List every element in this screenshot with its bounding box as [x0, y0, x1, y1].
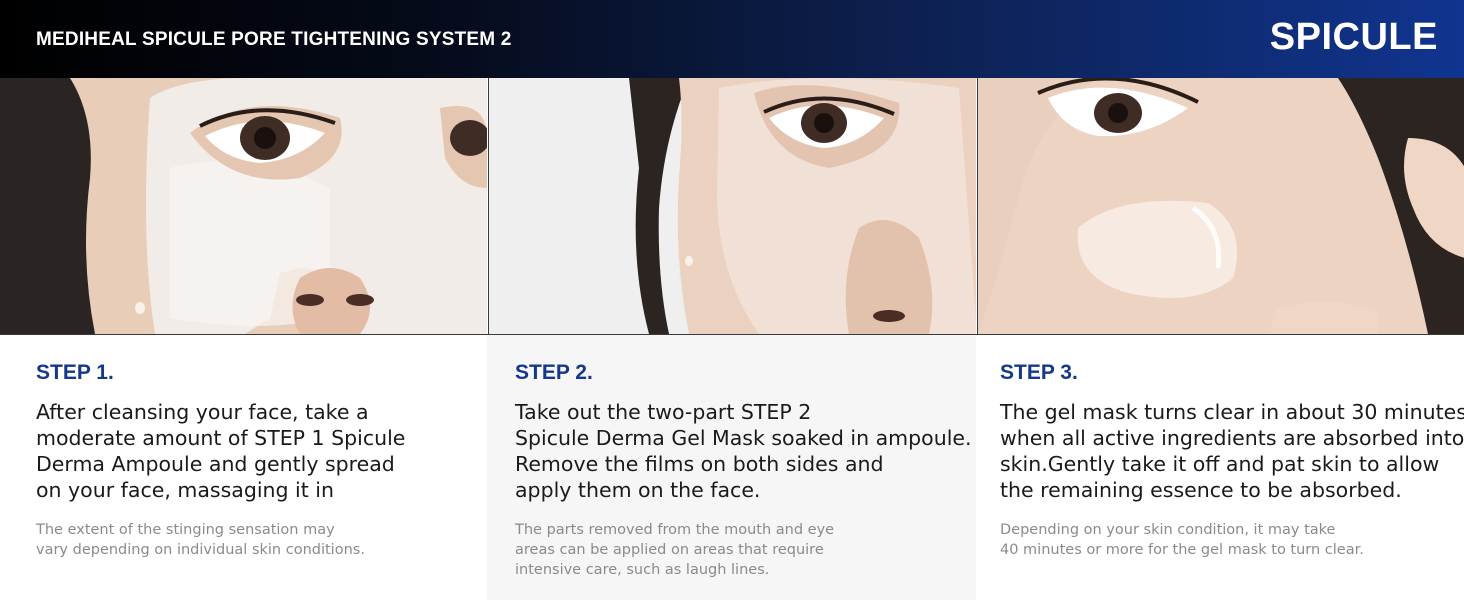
step3-note-line: 40 minutes or more for the gel mask to t…: [1000, 542, 1364, 558]
step2-description: Take out the two-part STEP 2 Spicule Der…: [515, 399, 972, 503]
header-banner: MEDIHEAL SPICULE PORE TIGHTENING SYSTEM …: [0, 0, 1464, 78]
step2-note-line: The parts removed from the mouth and eye: [515, 522, 835, 538]
step1-text-line: on your face, massaging it in: [36, 478, 334, 502]
step3-note: Depending on your skin condition, it may…: [1000, 520, 1364, 560]
step3-text-line: when all active ingredients are absorbed…: [1000, 426, 1464, 450]
step2-photo: [488, 78, 976, 334]
step2-text-line: apply them on the face.: [515, 478, 761, 502]
step2-note: The parts removed from the mouth and eye…: [515, 520, 834, 580]
step1-panel: STEP 1. After cleansing your face, take …: [0, 335, 487, 600]
step3-panel: STEP 3. The gel mask turns clear in abou…: [976, 335, 1464, 600]
step2-text-line: Take out the two-part STEP 2: [515, 400, 812, 424]
step3-description: The gel mask turns clear in about 30 min…: [1000, 399, 1464, 503]
step2-note-line: areas can be applied on areas that requi…: [515, 542, 824, 558]
step1-description: After cleansing your face, take a modera…: [36, 399, 405, 503]
step2-text-line: Spicule Derma Gel Mask soaked in ampoule…: [515, 426, 972, 450]
step3-photo: [977, 78, 1464, 334]
step1-note: The extent of the stinging sensation may…: [36, 520, 365, 560]
step3-note-line: Depending on your skin condition, it may…: [1000, 522, 1336, 538]
photo-strip: [0, 78, 1464, 335]
brand-logo: SPICULE: [1269, 16, 1438, 58]
step1-label: STEP 1.: [36, 361, 114, 384]
step1-note-line: vary depending on individual skin condit…: [36, 542, 365, 558]
step1-text-line: After cleansing your face, take a: [36, 400, 369, 424]
step2-text-line: Remove the films on both sides and: [515, 452, 884, 476]
step2-panel: STEP 2. Take out the two-part STEP 2 Spi…: [487, 335, 976, 600]
step1-text-line: Derma Ampoule and gently spread: [36, 452, 395, 476]
step1-text-line: moderate amount of STEP 1 Spicule: [36, 426, 406, 450]
step2-note-line: intensive care, such as laugh lines.: [515, 562, 770, 578]
header-title: MEDIHEAL SPICULE PORE TIGHTENING SYSTEM …: [36, 29, 512, 50]
step3-label: STEP 3.: [1000, 361, 1078, 384]
step1-photo: [0, 78, 487, 334]
step2-label: STEP 2.: [515, 361, 593, 384]
step3-text-line: skin.Gently take it off and pat skin to …: [1000, 452, 1440, 476]
step3-text-line: the remaining essence to be absorbed.: [1000, 478, 1402, 502]
step1-note-line: The extent of the stinging sensation may: [36, 522, 335, 538]
step3-text-line: The gel mask turns clear in about 30 min…: [1000, 400, 1464, 424]
